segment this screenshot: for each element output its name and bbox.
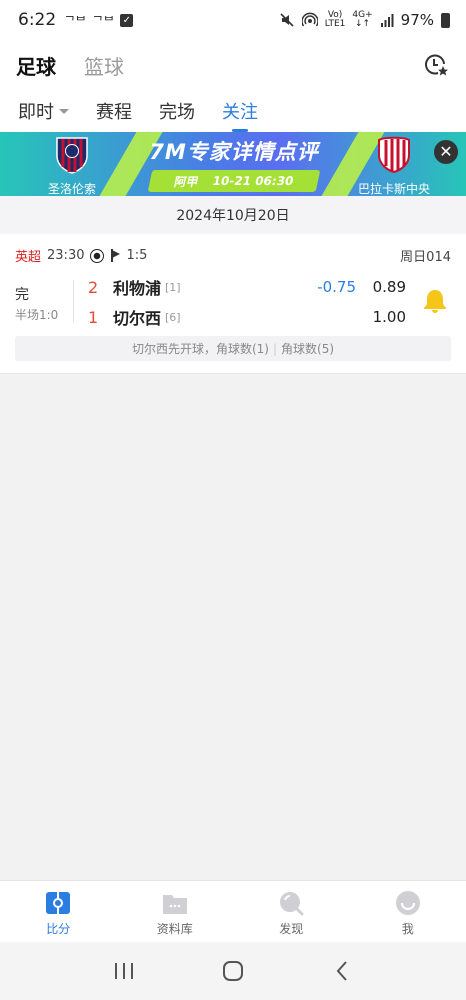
hotspot-icon xyxy=(301,12,318,27)
home-team-rank: [1] xyxy=(165,280,181,294)
football-icon xyxy=(90,248,105,263)
status-time: 6:22 xyxy=(18,10,57,30)
promo-banner[interactable]: 圣洛伦索 7M专家详情点评 阿甲 10-21 06:30 巴拉卡斯中央 ✕ xyxy=(0,132,466,196)
dropdown-caret-icon xyxy=(59,108,69,114)
match-filter-tabs: 即时 赛程 完场 关注 xyxy=(0,90,466,132)
clock-star-icon xyxy=(425,54,448,76)
system-navigation-bar xyxy=(0,942,466,1000)
nav-score-label: 比分 xyxy=(46,922,71,936)
banner-home-team: 圣洛伦索 xyxy=(12,136,132,196)
tab-live[interactable]: 即时 xyxy=(18,90,69,124)
score-icon xyxy=(46,892,71,914)
match-code: 周日014 xyxy=(400,250,451,265)
match-meta-row: 英超 23:30 1:5 周日014 xyxy=(15,246,451,265)
bottom-navigation: 比分 资料库 发现 我 xyxy=(0,880,466,942)
corner-flag-icon xyxy=(110,249,122,262)
recent-apps-button[interactable] xyxy=(112,959,136,983)
status-system-icons: Vo) LTE1 4G+ ↓↑ 97% xyxy=(279,11,450,29)
notification-icon: ᄀᄇ xyxy=(92,13,115,28)
banner-title: 7M专家详情点评 xyxy=(149,140,319,164)
nav-database[interactable]: 资料库 xyxy=(117,881,234,942)
away-team-name: 切尔西 xyxy=(113,309,162,328)
notification-icon: ᄀᄇ xyxy=(64,13,87,28)
banner-datetime: 10-21 06:30 xyxy=(211,174,295,188)
status-bar: 6:22 ᄀᄇ ᄀᄇ ✓ Vo) LTE1 4G+ ↓↑ 97% xyxy=(0,0,466,40)
home-team-name: 利物浦 xyxy=(113,279,162,298)
database-icon xyxy=(162,895,187,914)
network-type-indicator: 4G+ ↓↑ xyxy=(352,10,373,29)
tab-basketball[interactable]: 篮球 xyxy=(84,51,124,80)
match-status: 完 xyxy=(15,287,29,303)
back-button[interactable] xyxy=(330,959,354,983)
kickoff-summary: 切尔西先开球，角球数(1) xyxy=(131,342,269,356)
home-team-row: 2 利物浦 [1] -0.75 0.89 xyxy=(88,275,406,299)
home-odds: 0.89 xyxy=(372,278,406,296)
banner-home-team-name: 圣洛伦索 xyxy=(47,182,96,196)
half-time-score: 半场1:0 xyxy=(15,308,59,322)
away-odds: 1.00 xyxy=(372,308,406,326)
battery-icon xyxy=(441,12,450,28)
corner-summary: 角球数(5) xyxy=(281,342,335,356)
banner-league: 阿甲 xyxy=(173,174,201,189)
away-team-row: 1 切尔西 [6] 1.00 xyxy=(88,305,406,329)
away-score: 1 xyxy=(88,307,99,327)
away-team-rank: [6] xyxy=(165,310,181,324)
profile-icon xyxy=(395,891,420,915)
corner-count: 1:5 xyxy=(126,248,148,263)
tab-finished[interactable]: 完场 xyxy=(159,90,195,124)
match-summary: 切尔西先开球，角球数(1) | 角球数(5) xyxy=(15,336,451,361)
history-button[interactable] xyxy=(422,51,450,79)
banner-match-info: 阿甲 10-21 06:30 xyxy=(147,170,321,192)
match-card[interactable]: 英超 23:30 1:5 周日014 完 半场1:0 2 利物浦 [1] -0.… xyxy=(0,234,466,374)
divider xyxy=(73,280,74,322)
tab-following[interactable]: 关注 xyxy=(222,90,258,124)
banner-close-button[interactable]: ✕ xyxy=(434,140,458,164)
nav-score[interactable]: 比分 xyxy=(0,881,117,942)
tab-live-label: 即时 xyxy=(18,102,54,123)
mute-icon xyxy=(280,13,294,27)
checkbox-notification-icon: ✓ xyxy=(120,13,134,27)
discover-icon xyxy=(280,892,304,916)
tab-football[interactable]: 足球 xyxy=(16,51,56,80)
kickoff-time: 23:30 xyxy=(47,248,85,263)
volte-indicator: Vo) LTE1 xyxy=(324,10,346,29)
league-label: 英超 xyxy=(15,250,42,265)
recent-apps-icon xyxy=(115,963,134,979)
san-lorenzo-crest-icon xyxy=(56,137,88,174)
handicap-value: -0.75 xyxy=(317,278,356,296)
nav-profile[interactable]: 我 xyxy=(350,881,466,942)
home-score: 2 xyxy=(88,277,99,297)
date-header: 2024年10月20日 xyxy=(0,196,466,234)
nav-database-label: 资料库 xyxy=(156,922,193,936)
signal-icon xyxy=(380,14,394,27)
nav-discover-label: 发现 xyxy=(279,922,304,936)
nav-profile-label: 我 xyxy=(401,922,414,936)
app-header: 足球 篮球 xyxy=(0,40,466,90)
nav-discover[interactable]: 发现 xyxy=(233,881,350,942)
home-button[interactable] xyxy=(221,959,245,983)
tab-schedule[interactable]: 赛程 xyxy=(96,90,132,124)
back-icon xyxy=(336,961,347,981)
status-notification-icons: ᄀᄇ ᄀᄇ ✓ xyxy=(64,12,134,29)
bell-icon[interactable] xyxy=(423,288,447,314)
battery-percent: 97% xyxy=(400,11,434,29)
banner-away-team-name: 巴拉卡斯中央 xyxy=(357,182,430,196)
summary-separator: | xyxy=(272,341,278,356)
barracas-central-crest-icon xyxy=(378,136,410,174)
home-icon xyxy=(222,961,243,981)
